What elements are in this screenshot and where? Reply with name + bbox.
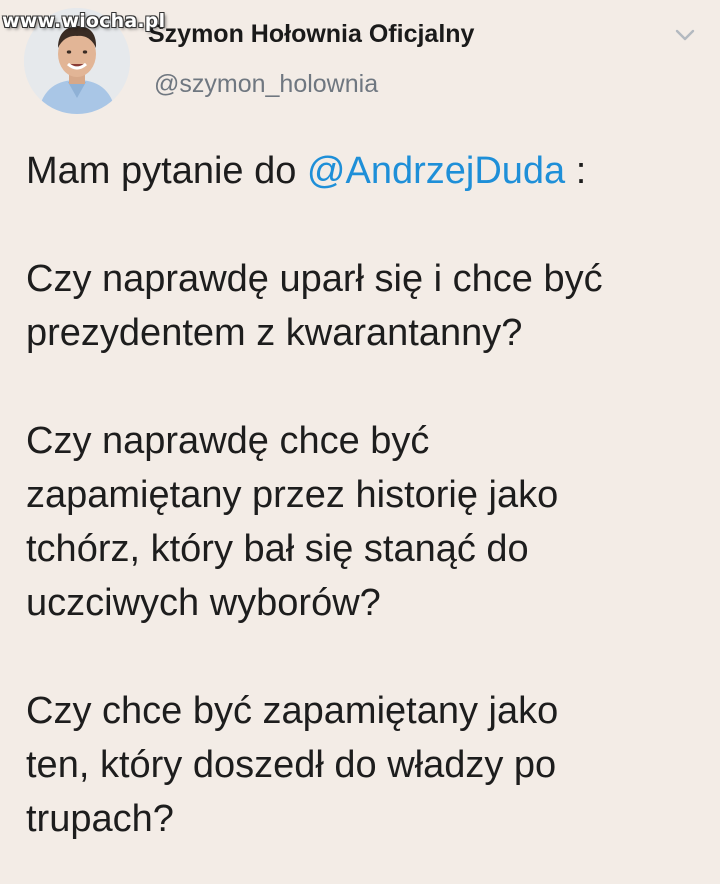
tweet-line: Czy naprawdę chce być: [26, 420, 430, 462]
tweet-line: Czy chce być zapamiętany jako: [26, 690, 559, 732]
tweet-line: zapamiętany przez historię jako: [26, 474, 559, 516]
tweet-line: prezydentem z kwarantanny?: [26, 312, 523, 354]
chevron-down-icon[interactable]: [674, 24, 696, 46]
tweet-line: tchórz, który bał się stanąć do: [26, 528, 529, 570]
tweet-line: ten, który doszedł do władzy po: [26, 744, 557, 786]
tweet-line: Czy naprawdę uparł się i chce być: [26, 258, 603, 300]
author-display-name[interactable]: Szymon Hołownia Oficjalny: [148, 20, 474, 49]
tweet-line: trupach?: [26, 798, 174, 840]
tweet-text: Mam pytanie do @AndrzejDuda : Czy napraw…: [26, 144, 706, 846]
tweet-intro-before: Mam pytanie do: [26, 150, 307, 192]
watermark: www.wiocha.pl: [2, 10, 166, 32]
tweet-intro-after: :: [565, 150, 587, 192]
mention-link[interactable]: @AndrzejDuda: [307, 150, 565, 192]
tweet-intro-line: Mam pytanie do @AndrzejDuda :: [26, 144, 706, 198]
author-handle[interactable]: @szymon_holownia: [154, 70, 378, 99]
tweet-line: uczciwych wyborów?: [26, 582, 381, 624]
